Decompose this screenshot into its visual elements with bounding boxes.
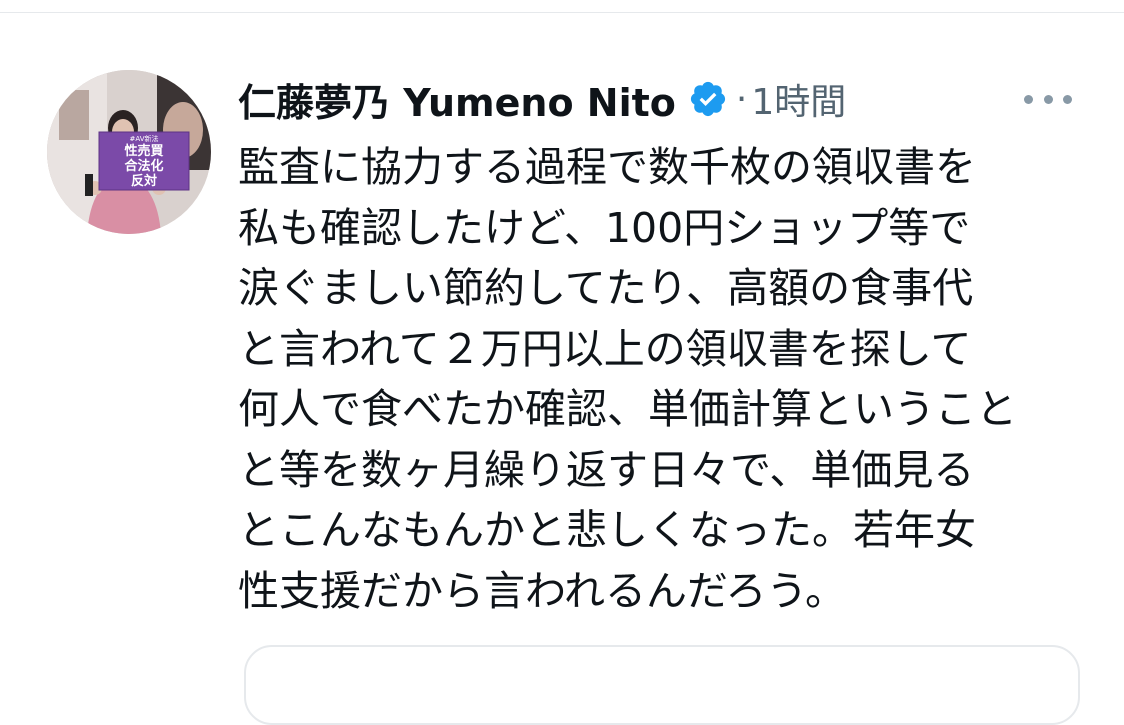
timestamp[interactable]: 1時間 (751, 73, 846, 125)
avatar-sign-line-3: 反対 (131, 173, 157, 189)
more-dot-3 (1063, 94, 1072, 104)
tweet-text-line: 監査に協力する過程で数千枚の領収書を (238, 143, 976, 191)
tweet-text-line: 私も確認したけど、100円ショップ等で (238, 203, 971, 252)
avatar[interactable]: #AV新法 性売買 合法化 反対 (47, 70, 211, 234)
display-name[interactable]: 仁藤夢乃 Yumeno Nito (238, 72, 676, 127)
tweet-text-line: 性支援だから言われるんだろう。 (238, 566, 847, 615)
more-dot-2 (1043, 94, 1053, 104)
avatar-image: #AV新法 性売買 合法化 反対 (47, 70, 211, 234)
tweet-text-line: とこんなもんかと悲しくなった。若年女 (238, 506, 976, 554)
tweet-text: 監査に協力する過程で数千枚の領収書を 私も確認したけど、100円ショップ等で 涙… (238, 137, 1068, 621)
separator-dot: · (735, 78, 748, 120)
avatar-sign-small: #AV新法 (130, 134, 159, 143)
more-dot-1 (1024, 94, 1033, 104)
more-options-icon[interactable] (1024, 87, 1072, 111)
avatar-sign-line-2: 合法化 (124, 158, 163, 174)
tweet-text-line: 涙ぐましい節約してたり、高額の食事代 (238, 264, 974, 312)
tweet-card[interactable]: #AV新法 性売買 合法化 反対 仁藤夢乃 Yumeno Nito · 1時間 … (0, 13, 1124, 725)
verified-badge-icon (688, 79, 728, 119)
tweet-header: 仁藤夢乃 Yumeno Nito · 1時間 (238, 69, 846, 129)
tweet-text-line: と言われて２万円以上の領収書を探して (238, 324, 972, 373)
quote-card[interactable] (244, 645, 1080, 725)
tweet-text-line: 何人で食べたか確認、単価計算ということ (238, 385, 1017, 433)
avatar-sign-line-1: 性売買 (124, 143, 163, 159)
tweet-text-line: と等を数ヶ月繰り返す日々で、単価見る (238, 445, 975, 494)
